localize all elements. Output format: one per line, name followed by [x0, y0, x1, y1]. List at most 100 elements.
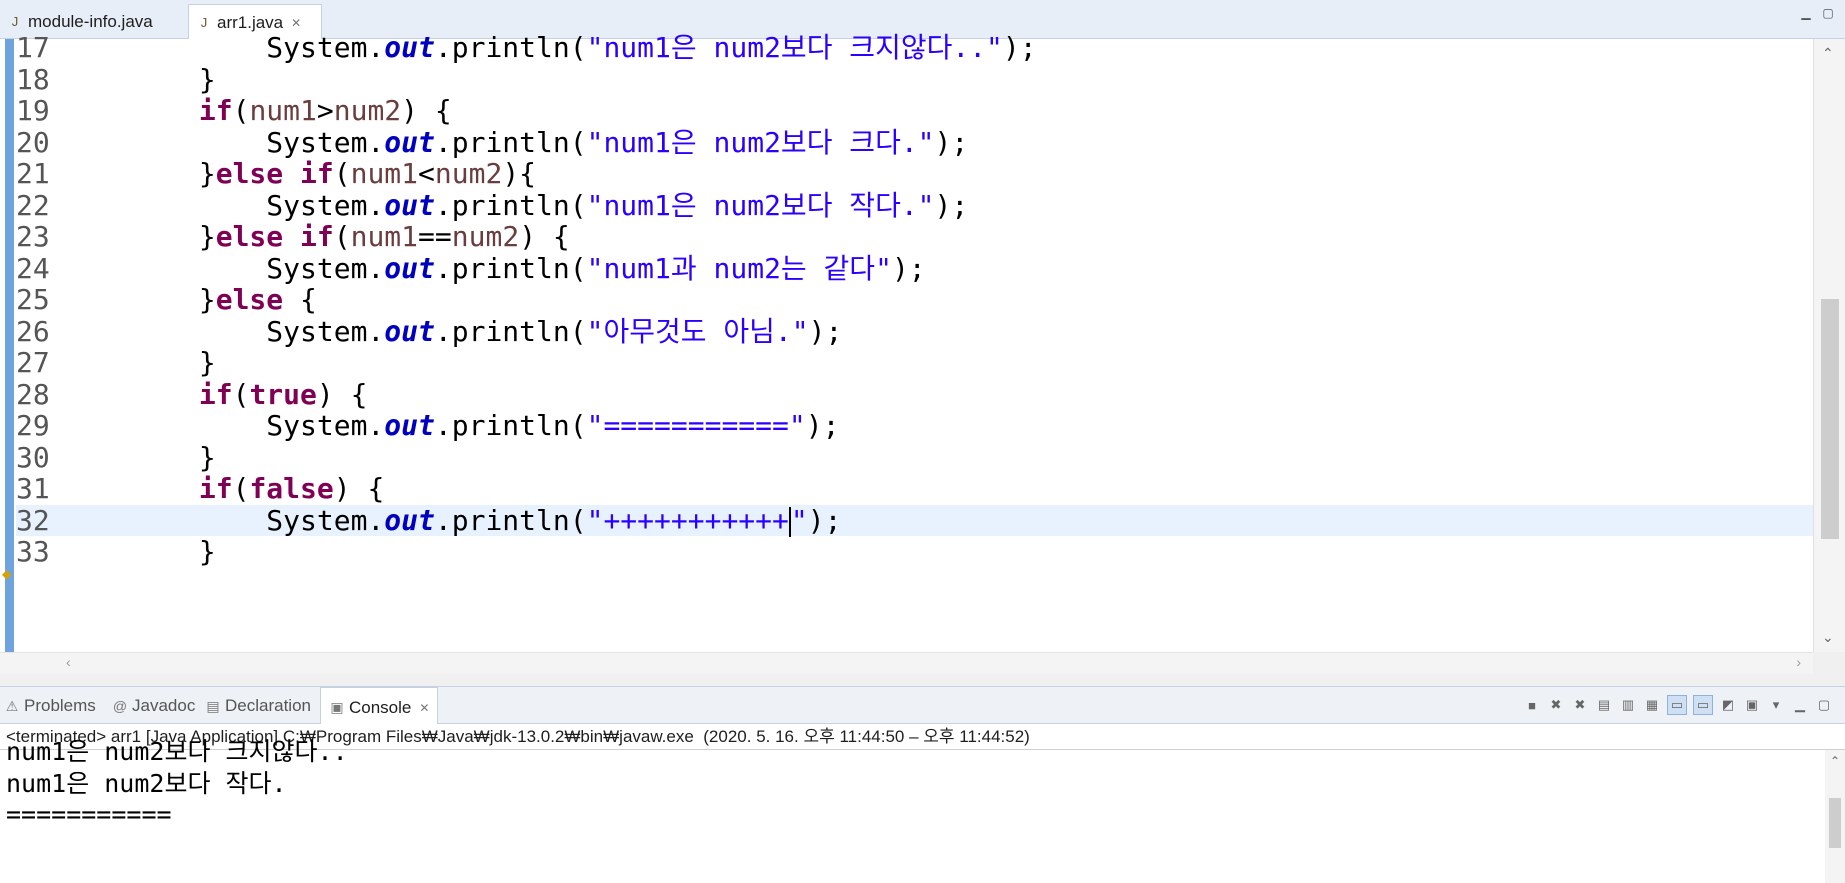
code-line[interactable]: 21 }else if(num1<num2){	[16, 158, 1813, 190]
line-number: 20	[16, 125, 50, 159]
code-line[interactable]: 27 }	[16, 347, 1813, 379]
line-number: 24	[16, 251, 50, 285]
code-lines[interactable]: 17 System.out.println("num1은 num2보다 크지않다…	[16, 32, 1813, 652]
code-line[interactable]: 24 System.out.println("num1과 num2는 같다");	[16, 251, 1813, 285]
line-number: 17	[16, 31, 50, 64]
line-number: 32	[16, 503, 50, 537]
code-editor[interactable]: ◆ 17 System.out.println("num1은 num2보다 크지…	[0, 32, 1845, 652]
code-token: }	[64, 62, 216, 96]
code-token: (	[232, 377, 250, 411]
line-number: 33	[16, 535, 50, 568]
minimize-icon[interactable]: ▁	[1799, 6, 1813, 20]
overview-ruler: ◆	[0, 39, 16, 652]
code-text[interactable]: System.out.println("num1은 num2보다 작다.");	[64, 188, 968, 222]
code-line[interactable]: 22 System.out.println("num1은 num2보다 작다."…	[16, 188, 1813, 222]
code-token: System.	[64, 125, 385, 159]
static-field: out	[384, 188, 435, 222]
code-line[interactable]: 33 }	[16, 536, 1813, 568]
maximize-icon[interactable]: ▢	[1821, 6, 1835, 20]
tab-javadoc[interactable]: @ Javadoc	[112, 687, 195, 725]
remove-launch-icon[interactable]: ✖	[1547, 696, 1565, 714]
scroll-up-icon[interactable]: ⌃	[1830, 754, 1840, 768]
code-text[interactable]: }	[64, 62, 216, 96]
at-icon: @	[112, 698, 128, 714]
show-on-stderr-icon[interactable]: ▭	[1693, 695, 1713, 715]
code-text[interactable]: }	[64, 536, 216, 568]
static-field: out	[384, 314, 435, 348]
code-line[interactable]: 18 }	[16, 62, 1813, 96]
code-text[interactable]: if(true) {	[64, 377, 368, 411]
code-text[interactable]: System.out.println("num1과 num2는 같다");	[64, 251, 925, 285]
editor-horizontal-scrollbar[interactable]: ‹ ›	[0, 652, 1813, 674]
code-text[interactable]: System.out.println("+++++++++++");	[64, 503, 842, 537]
scroll-thumb[interactable]	[1821, 299, 1839, 539]
code-line[interactable]: 19 if(num1>num2) {	[16, 95, 1813, 127]
static-field: out	[384, 503, 435, 537]
pin-console-icon[interactable]: ◩	[1719, 696, 1737, 714]
editor-vertical-scrollbar[interactable]: ⌃ ⌄	[1813, 39, 1845, 652]
tab-label: module-info.java	[28, 11, 153, 31]
code-text[interactable]: }else if(num1<num2){	[64, 158, 536, 190]
line-number: 18	[16, 62, 50, 96]
code-text[interactable]: if(num1>num2) {	[64, 95, 452, 127]
terminate-icon[interactable]: ■	[1523, 696, 1541, 714]
tab-console[interactable]: ▣ Console ✕	[320, 687, 439, 727]
console-vertical-scrollbar[interactable]: ⌃	[1825, 750, 1845, 883]
code-text[interactable]: }else {	[64, 284, 317, 316]
code-line[interactable]: 30 }	[16, 441, 1813, 474]
remove-all-icon[interactable]: ✖	[1571, 696, 1589, 714]
string-literal: "num1은 num2보다 작다."	[586, 188, 935, 222]
code-line[interactable]: 28 if(true) {	[16, 377, 1813, 411]
code-token: System.	[64, 314, 385, 348]
word-wrap-icon[interactable]: ▦	[1643, 696, 1661, 714]
code-text[interactable]: System.out.println("===========");	[64, 410, 839, 442]
code-line[interactable]: 29 System.out.println("===========");	[16, 410, 1813, 442]
console-icon: ▣	[330, 699, 344, 715]
scroll-down-icon[interactable]: ⌄	[1822, 629, 1834, 646]
scroll-thumb[interactable]	[1829, 798, 1841, 848]
line-number: 31	[16, 472, 50, 505]
code-line[interactable]: 17 System.out.println("num1은 num2보다 크지않다…	[16, 32, 1813, 64]
code-text[interactable]: if(false) {	[64, 473, 384, 505]
scroll-up-icon[interactable]: ⌃	[1822, 45, 1834, 62]
maximize-icon[interactable]: ▢	[1815, 696, 1833, 714]
keyword: if	[198, 377, 233, 411]
clear-console-icon[interactable]: ▤	[1595, 696, 1613, 714]
static-field: out	[384, 251, 435, 285]
code-text[interactable]: System.out.println("num1은 num2보다 크지않다.."…	[64, 31, 1036, 64]
code-line[interactable]: 20 System.out.println("num1은 num2보다 크다."…	[16, 125, 1813, 159]
code-token: (	[232, 472, 250, 505]
display-console-icon[interactable]: ▣	[1743, 696, 1761, 714]
line-number: 26	[16, 314, 50, 348]
code-text[interactable]: System.out.println("아무것도 아님.");	[64, 314, 842, 348]
scroll-left-icon[interactable]: ‹	[66, 654, 71, 670]
code-text[interactable]: System.out.println("num1은 num2보다 크다.");	[64, 125, 968, 159]
code-token: System.	[64, 31, 385, 64]
code-text[interactable]: }	[64, 347, 216, 379]
tab-problems[interactable]: ⚠ Problems	[4, 687, 96, 725]
code-line[interactable]: 25 }else {	[16, 284, 1813, 316]
minimize-icon[interactable]: ▁	[1791, 696, 1809, 714]
scroll-lock-icon[interactable]: ▥	[1619, 696, 1637, 714]
code-token: System.	[64, 251, 385, 285]
code-line[interactable]: 32 System.out.println("+++++++++++");	[16, 503, 1813, 537]
close-icon[interactable]: ✕	[291, 16, 301, 30]
code-token: );	[807, 503, 842, 537]
code-line[interactable]: 26 System.out.println("아무것도 아님.");	[16, 314, 1813, 348]
code-line[interactable]: 23 }else if(num1==num2) {	[16, 221, 1813, 253]
java-file-icon: J	[200, 15, 208, 30]
warning-icon[interactable]: ◆	[2, 567, 14, 581]
code-text[interactable]: }else if(num1==num2) {	[64, 221, 570, 253]
tab-declaration[interactable]: ▤ Declaration	[205, 687, 311, 725]
variable: num1	[350, 220, 419, 253]
open-console-icon[interactable]: ▾	[1767, 696, 1785, 714]
scroll-right-icon[interactable]: ›	[1796, 654, 1801, 670]
close-icon[interactable]: ✕	[419, 701, 429, 715]
code-token: System.	[64, 188, 385, 222]
console-output[interactable]: num1은 num2보다 크지않다.. num1은 num2보다 작다. ===…	[0, 737, 1845, 883]
code-text[interactable]: }	[64, 441, 216, 474]
tab-label: Declaration	[225, 696, 311, 715]
show-on-stdout-icon[interactable]: ▭	[1667, 695, 1687, 715]
code-line[interactable]: 31 if(false) {	[16, 473, 1813, 505]
